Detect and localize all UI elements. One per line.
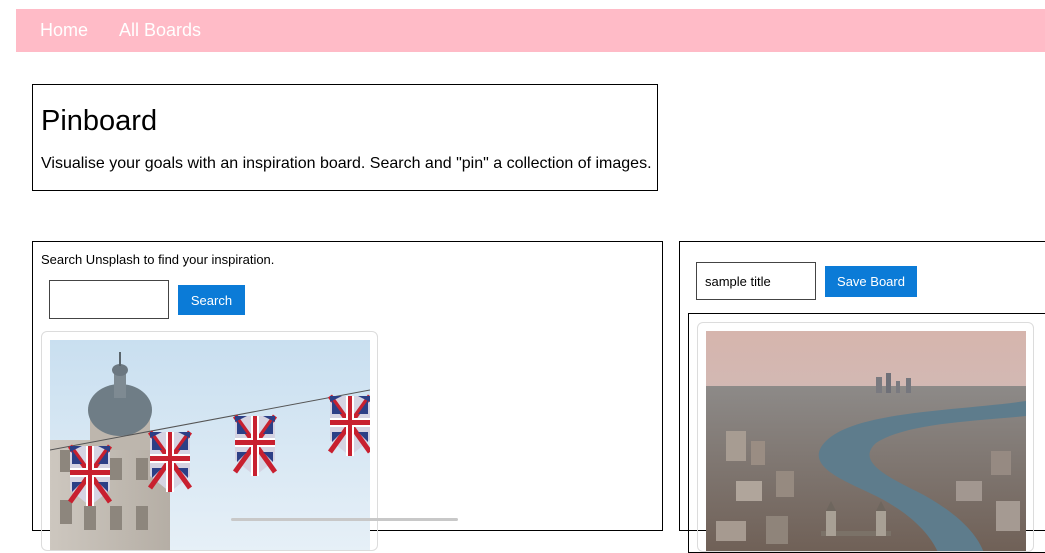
search-hint: Search Unsplash to find your inspiration… [41,252,275,267]
pinned-image-london-aerial[interactable] [706,331,1026,551]
page-description: Visualise your goals with an inspiration… [41,155,652,172]
search-panel: Search Unsplash to find your inspiration… [32,241,663,551]
board-panel: Save Board [679,241,1045,553]
top-navbar: Home All Boards [16,9,1045,52]
board-title-input[interactable] [696,262,816,300]
nav-link-all-boards[interactable]: All Boards [119,20,201,41]
intro-panel: Pinboard Visualise your goals with an in… [32,84,658,191]
pinned-image-card[interactable] [697,322,1034,552]
page-title: Pinboard [41,105,158,137]
nav-link-home[interactable]: Home [40,20,88,41]
search-input[interactable] [49,280,169,319]
london-aerial-photo [706,331,1026,551]
save-board-button[interactable]: Save Board [825,266,917,297]
board-pins-container [688,313,1045,553]
search-button[interactable]: Search [178,285,245,315]
